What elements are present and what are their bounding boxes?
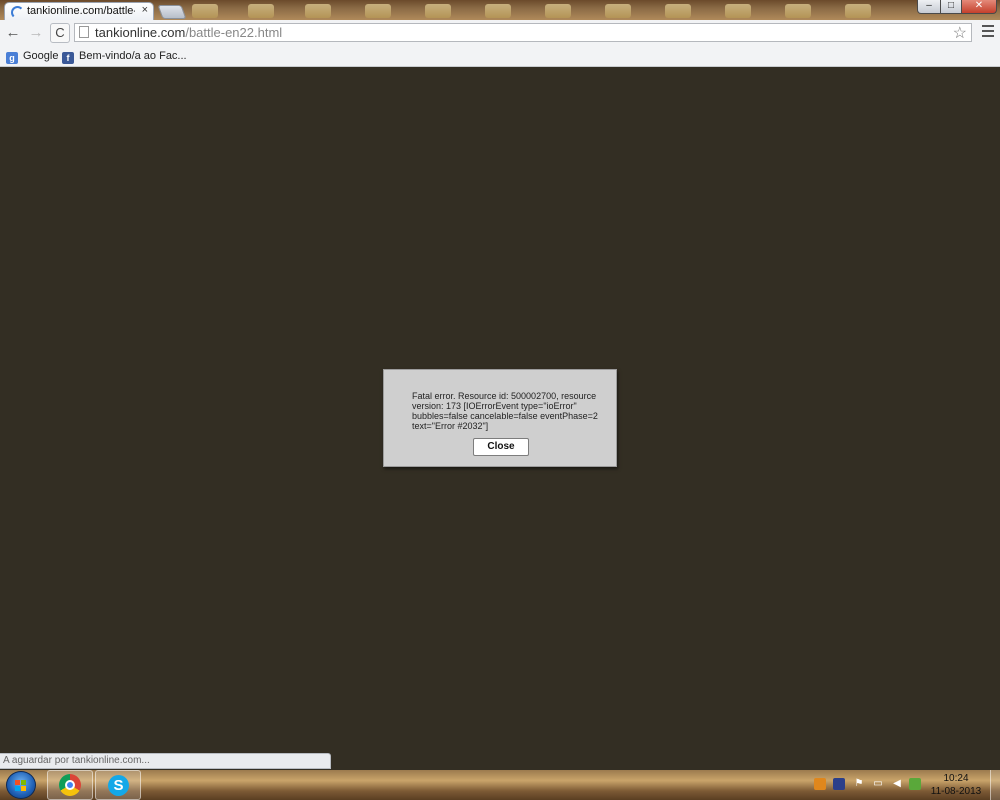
google-icon: g [6,52,18,64]
taskbar-skype-button[interactable]: S [95,770,141,800]
clock-date: 11-08-2013 [930,786,982,797]
desktop-background-icon [305,4,331,18]
browser-tab[interactable]: tankionline.com/battle-en × [4,2,154,20]
url-host: tankionline.com [95,25,186,40]
action-center-flag-icon[interactable]: ⚑ [853,778,865,790]
status-bubble: A aguardar por tankionline.com... [0,753,331,769]
desktop-background-icon [365,4,391,18]
error-message: Fatal error. Resource id: 500002700, res… [412,391,598,431]
minimize-button[interactable]: – [917,0,941,14]
system-clock[interactable]: 10:24 11-08-2013 [930,772,982,798]
new-tab-button[interactable] [157,5,187,19]
bookmark-star-icon[interactable]: ☆ [953,23,967,43]
start-button[interactable] [6,771,36,799]
close-window-button[interactable]: ✕ [961,0,997,14]
bookmark-google[interactable]: g Google [6,49,59,64]
bookmark-label: Bem-vindo/a ao Fac... [79,50,187,62]
windows-logo-icon [15,780,27,791]
tab-title: tankionline.com/battle-en [27,5,135,17]
bookmark-label: Google [23,50,59,62]
loading-spinner-icon [11,6,24,19]
desktop-background-icon [425,4,451,18]
window-title-bar: tankionline.com/battle-en × – □ ✕ [0,0,1000,20]
tab-close-icon[interactable]: × [142,4,148,16]
desktop-background-icon [545,4,571,18]
desktop-background-icon [485,4,511,18]
reload-button[interactable]: C [50,23,70,43]
back-button[interactable]: ← [4,24,22,42]
facebook-icon: f [62,52,74,64]
network-icon[interactable]: ▭ [872,778,884,790]
desktop-background-icon [192,4,218,18]
volume-icon[interactable]: ◀ [891,778,903,790]
tray-security-icon[interactable] [909,778,921,790]
show-desktop-button[interactable] [990,770,1000,800]
clock-time: 10:24 [943,773,969,784]
desktop-background-icon [665,4,691,18]
tray-app-icon[interactable] [833,778,845,790]
error-dialog: Fatal error. Resource id: 500002700, res… [383,369,617,467]
desktop-background-icon [248,4,274,18]
desktop-background-icon [845,4,871,18]
desktop-background-icon [605,4,631,18]
maximize-button[interactable]: □ [940,0,962,14]
taskbar-chrome-button[interactable] [47,770,93,800]
url-path: /battle-en22.html [185,25,283,40]
forward-button[interactable]: → [27,24,45,42]
bookmarks-bar: g Google f Bem-vindo/a ao Fac... [0,46,1000,67]
desktop-background-icon [725,4,751,18]
menu-icon[interactable] [982,25,994,37]
page-icon [79,26,89,38]
tray-update-icon[interactable] [814,778,826,790]
page-content: Fatal error. Resource id: 500002700, res… [0,67,1000,770]
browser-toolbar: ← → C tankionline.com/battle-en22.html ☆ [0,20,1000,46]
url-text: tankionline.com/battle-en22.html [95,25,282,40]
skype-icon: S [108,775,129,796]
address-bar[interactable]: tankionline.com/battle-en22.html ☆ [74,23,972,42]
windows-taskbar: S ⚑ ▭ ◀ 10:24 11-08-2013 [0,770,1000,800]
bookmark-facebook[interactable]: f Bem-vindo/a ao Fac... [62,49,187,64]
close-button[interactable]: Close [473,438,529,456]
desktop-background-icon [785,4,811,18]
chrome-icon [59,774,81,796]
